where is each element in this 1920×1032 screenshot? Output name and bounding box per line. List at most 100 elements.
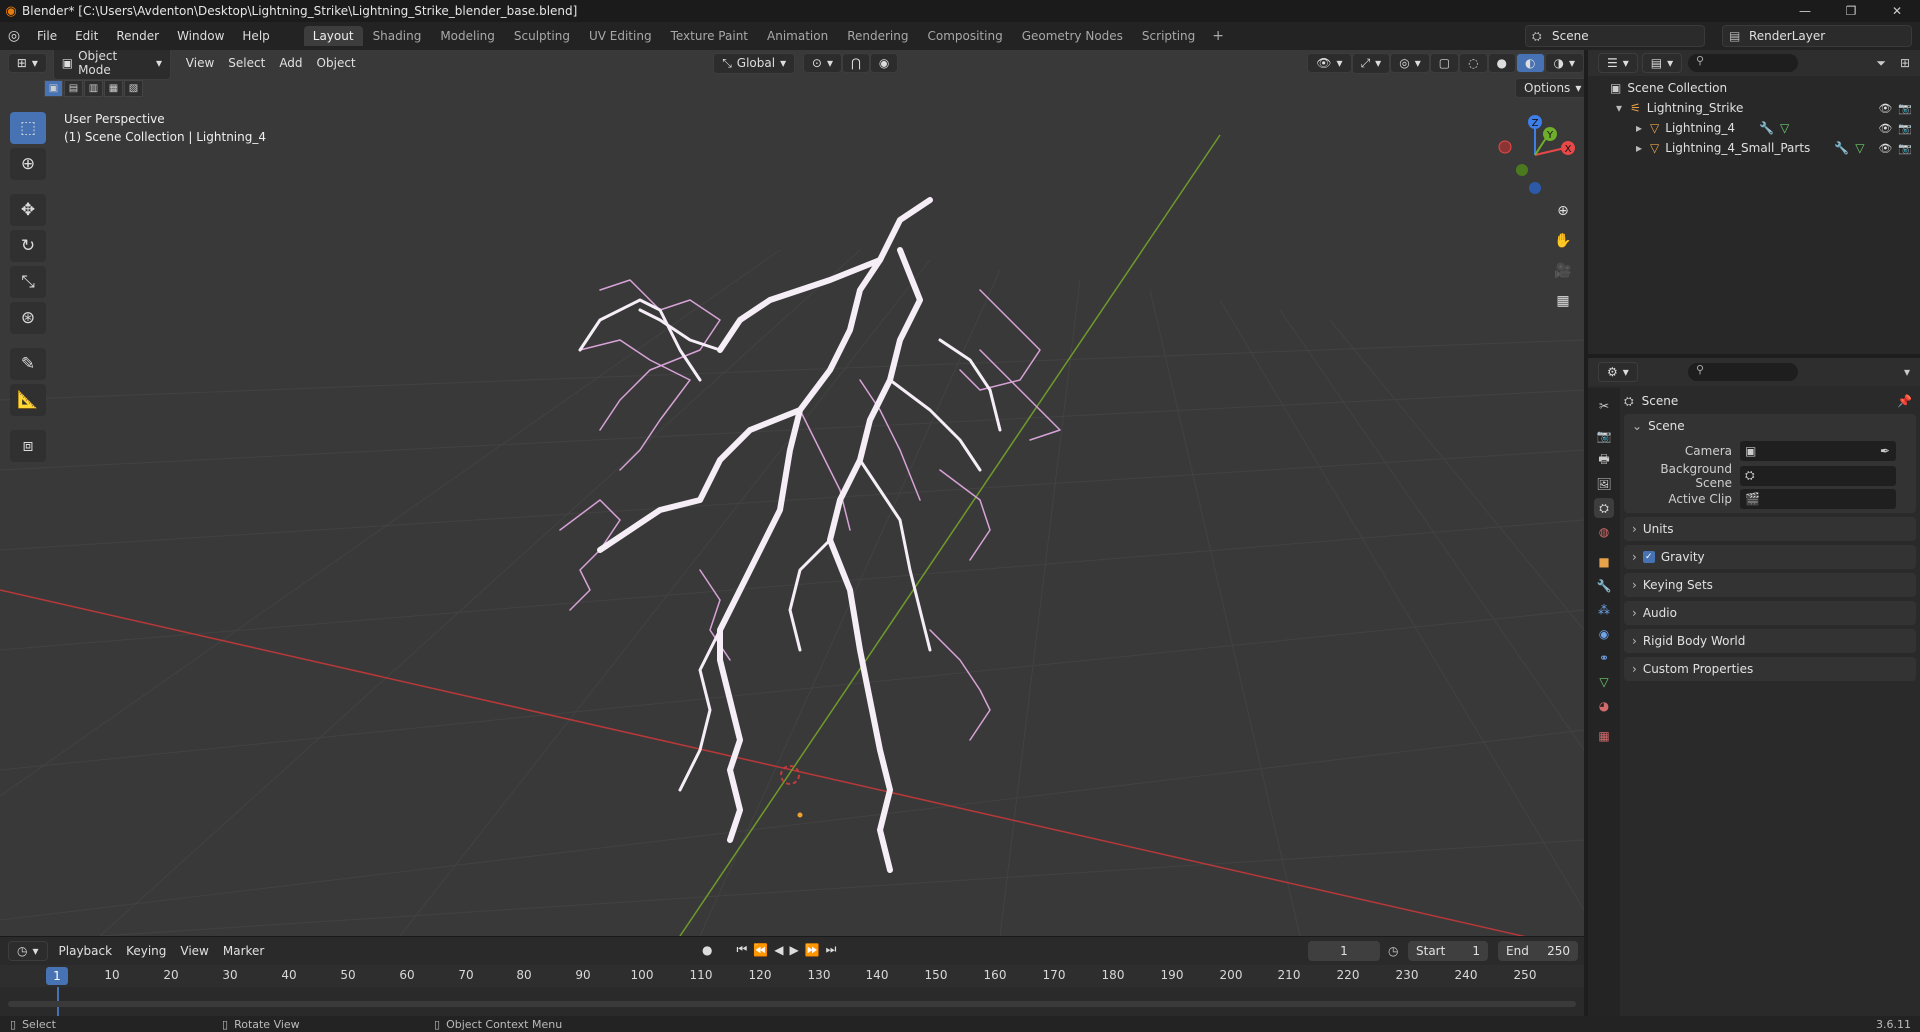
pan-hand-icon[interactable]: ✋ [1548,228,1578,254]
current-frame-field[interactable]: 1 [1308,941,1380,961]
next-keyframe-icon[interactable]: ⏩ [805,943,820,957]
background-scene-field[interactable]: ⛭ [1740,465,1896,486]
eye-icon[interactable]: 👁 [1878,142,1892,155]
tab-modeling[interactable]: Modeling [431,26,504,46]
eye-icon[interactable]: 👁 [1878,122,1892,135]
pivot-selector[interactable]: ⊙ ▾ [802,53,842,73]
maximize-button[interactable]: ❐ [1828,0,1874,22]
annotate-icon[interactable]: ✎ [10,348,46,380]
play-icon[interactable]: ▶ [789,943,798,957]
tab-rendering[interactable]: Rendering [838,26,917,46]
tab-compositing[interactable]: Compositing [918,26,1011,46]
outliner-object-row[interactable]: ▸ ▽ Lightning_4 🔧 ▽ 👁 📷 [1588,118,1920,138]
xray-toggle[interactable]: ▢ [1429,53,1460,73]
shading-material[interactable]: ◐ [1516,53,1545,73]
tab-uv-editing[interactable]: UV Editing [580,26,661,46]
lightning-object[interactable] [559,197,1061,873]
custom-properties-panel[interactable]: › Custom Properties [1624,657,1916,681]
menu-window[interactable]: Window [168,29,233,43]
tab-animation[interactable]: Animation [758,26,837,46]
view-layer-tab-icon[interactable]: 🖼 [1594,474,1614,494]
neg-x-axis-icon[interactable] [1498,140,1512,154]
measure-icon[interactable]: 📐 [10,384,46,416]
3d-cursor[interactable] [780,765,800,785]
collapse-arrow-icon[interactable]: ▾ [1616,101,1622,115]
blender-menu-icon[interactable]: ◎ [0,28,28,44]
3d-viewport[interactable]: ⊞ ▾ ▣ Object Mode ▾ View Select Add Object … [0,50,1584,936]
outliner-scene-collection[interactable]: ▣ Scene Collection [1588,78,1920,98]
overlay-toggle[interactable]: ◎ ▾ [1390,53,1430,73]
shading-wireframe[interactable]: ◌ [1459,53,1488,73]
camera-field[interactable]: ▣ ✒ [1740,440,1896,461]
scale-icon[interactable]: ⤡ [10,266,46,298]
move-icon[interactable]: ✥ [10,194,46,226]
expand-arrow-icon[interactable]: ▸ [1636,121,1642,135]
menu-keying[interactable]: Keying [119,944,173,958]
current-frame-marker[interactable]: 1 [46,967,68,985]
output-tab-icon[interactable]: 🖶 [1594,450,1614,470]
start-frame-field[interactable]: Start 1 [1408,941,1488,961]
material-tab-icon[interactable]: ◕ [1594,696,1614,716]
scene-panel-header[interactable]: ⌄ Scene [1624,414,1916,438]
select-extend-icon[interactable]: ▤ [64,80,83,97]
preview-range-icon[interactable]: ◷ [1388,944,1398,958]
outliner-editor-type[interactable]: ☰ ▾ [1598,53,1638,73]
timeline-scrollbar[interactable] [8,1001,1576,1007]
select-intersect-icon[interactable]: ▧ [124,80,143,97]
gravity-checkbox[interactable]: ✓ [1642,551,1655,563]
properties-search-input[interactable]: ⚲ [1688,363,1798,381]
menu-render[interactable]: Render [107,29,168,43]
shading-solid[interactable]: ● [1487,53,1517,73]
properties-editor-type[interactable]: ⚙ ▾ [1598,362,1638,382]
scene-selector[interactable]: ⛭ Scene [1525,25,1705,47]
pin-icon[interactable]: 📌 [1897,394,1912,408]
navigation-gizmo[interactable]: Z X Y [1490,110,1580,200]
world-tab-icon[interactable]: ◍ [1594,522,1614,542]
tab-texture-paint[interactable]: Texture Paint [662,26,757,46]
select-subtract-icon[interactable]: ▥ [84,80,103,97]
modifier-tab-icon[interactable]: 🔧 [1594,576,1614,596]
close-button[interactable]: ✕ [1874,0,1920,22]
menu-edit[interactable]: Edit [66,29,107,43]
orientation-selector[interactable]: ⤡ Global ▾ [713,52,796,74]
eyedropper-icon[interactable]: ✒ [1880,444,1896,458]
neg-z-axis-icon[interactable] [1529,182,1541,194]
timeline-editor-type[interactable]: ◷ ▾ [8,941,48,961]
frame-ruler[interactable]: 1 10 20 30 40 50 60 70 80 90 100 110 120… [0,965,1584,987]
options-dropdown-icon[interactable]: ▾ [1904,365,1910,379]
shading-rendered[interactable]: ◑ ▾ [1544,53,1584,73]
ortho-grid-icon[interactable]: ▦ [1548,288,1578,314]
render-tab-icon[interactable]: 📷 [1594,426,1614,446]
render-camera-icon[interactable]: 📷 [1898,122,1912,135]
mode-selector[interactable]: ▣ Object Mode ▾ [52,50,171,80]
zoom-icon[interactable]: ⊕ [1548,198,1578,224]
rotate-icon[interactable]: ↻ [10,230,46,262]
camera-view-icon[interactable]: 🎥 [1548,258,1578,284]
select-new-icon[interactable]: ▣ [44,80,63,97]
menu-object[interactable]: Object [310,56,363,70]
prev-keyframe-icon[interactable]: ⏪ [753,943,768,957]
menu-view[interactable]: View [179,56,221,70]
minimize-button[interactable]: — [1782,0,1828,22]
jump-start-icon[interactable]: ⏮ [736,942,747,957]
snap-toggle[interactable]: ⋂ [842,53,870,73]
select-invert-icon[interactable]: ▦ [104,80,123,97]
menu-select[interactable]: Select [221,56,272,70]
tab-layout[interactable]: Layout [303,26,363,46]
object-tab-icon[interactable]: ■ [1594,552,1614,572]
tab-geometry-nodes[interactable]: Geometry Nodes [1013,26,1132,46]
view-layer-selector[interactable]: ▤ RenderLayer [1722,25,1912,47]
add-cube-icon[interactable]: ⧈ [10,430,46,462]
gravity-panel[interactable]: › ✓ Gravity [1624,545,1916,569]
menu-tl-view[interactable]: View [173,944,215,958]
menu-help[interactable]: Help [233,29,278,43]
units-panel[interactable]: › Units [1624,517,1916,541]
options-button[interactable]: Options ▾ [1515,78,1584,98]
active-clip-field[interactable]: 🎬 [1740,488,1896,509]
render-camera-icon[interactable]: 📷 [1898,142,1912,155]
physics-tab-icon[interactable]: ◉ [1594,624,1614,644]
eye-icon[interactable]: 👁 [1878,102,1892,115]
jump-end-icon[interactable]: ⏭ [826,942,837,957]
menu-playback[interactable]: Playback [52,944,120,958]
filter-icon[interactable]: ⏷ [1876,56,1886,71]
